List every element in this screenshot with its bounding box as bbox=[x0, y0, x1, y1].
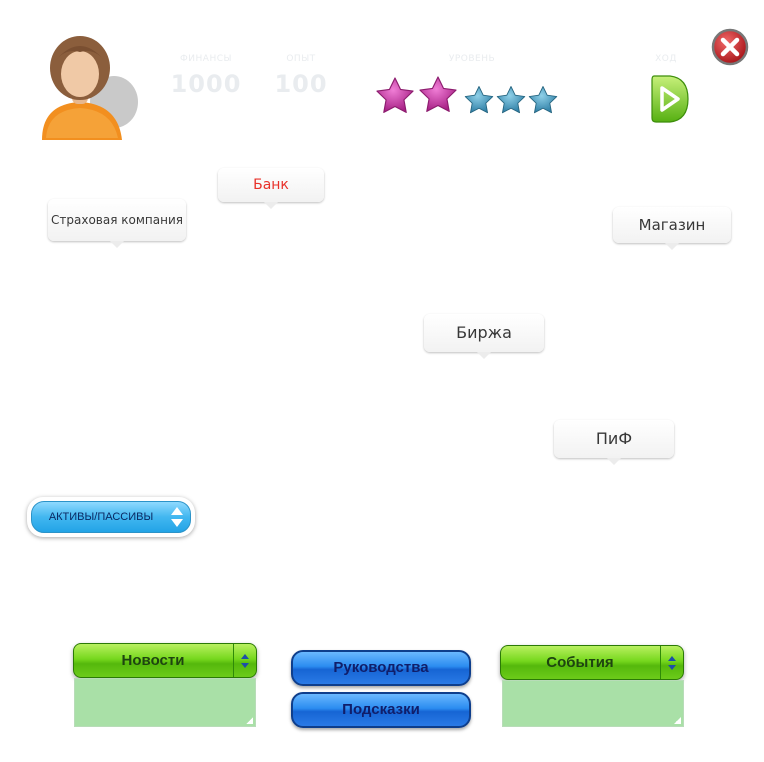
close-button[interactable] bbox=[711, 28, 749, 66]
events-dropdown-arrows[interactable] bbox=[660, 646, 683, 679]
star-rating bbox=[376, 76, 558, 114]
assets-liabilities-label: АКТИВЫ/ПАССИВЫ bbox=[48, 511, 154, 523]
place-exchange-label: Биржа bbox=[456, 323, 512, 342]
avatar bbox=[36, 30, 142, 142]
close-icon bbox=[711, 28, 749, 66]
next-arrow-icon bbox=[651, 75, 689, 123]
assets-liabilities-inner: АКТИВЫ/ПАССИВЫ bbox=[31, 501, 191, 533]
star-outline-icon bbox=[464, 86, 494, 114]
level-caption: УРОВЕНЬ bbox=[448, 54, 496, 64]
events-label: События bbox=[546, 654, 614, 671]
place-shop-label: Магазин bbox=[638, 216, 706, 234]
hints-button[interactable]: Подсказки bbox=[291, 692, 471, 728]
place-insurance-label: Страховая компания bbox=[51, 213, 183, 227]
resize-grip-icon[interactable] bbox=[246, 717, 253, 724]
star-icon bbox=[376, 77, 414, 113]
updown-arrows-icon bbox=[241, 653, 249, 668]
place-insurance[interactable]: Страховая компания bbox=[48, 199, 186, 248]
level-stars bbox=[372, 74, 562, 120]
place-fund[interactable]: ПиФ bbox=[554, 420, 674, 465]
money-value: 1000 bbox=[170, 70, 242, 98]
events-panel[interactable] bbox=[502, 680, 684, 727]
next-turn-button[interactable] bbox=[648, 74, 692, 124]
events-button[interactable]: События bbox=[500, 645, 684, 680]
news-label: Новости bbox=[121, 652, 185, 669]
level-caption-wrap: УРОВЕНЬ bbox=[430, 54, 514, 64]
place-exchange[interactable]: Биржа bbox=[424, 314, 544, 359]
star-outline-icon bbox=[496, 86, 526, 114]
assets-liabilities-toggle[interactable]: АКТИВЫ/ПАССИВЫ bbox=[27, 497, 195, 537]
star-icon bbox=[419, 76, 457, 112]
experience-value: 100 bbox=[274, 70, 328, 98]
guides-label: Руководства bbox=[333, 659, 429, 676]
place-fund-label: ПиФ bbox=[595, 429, 633, 448]
resize-grip-icon[interactable] bbox=[674, 717, 681, 724]
turn-caption-wrap: ХОД bbox=[646, 54, 686, 64]
news-panel[interactable] bbox=[74, 678, 256, 727]
guides-button[interactable]: Руководства bbox=[291, 650, 471, 686]
updown-arrows-icon bbox=[668, 655, 676, 670]
hints-label: Подсказки bbox=[342, 701, 420, 718]
star-outline-icon bbox=[528, 86, 558, 114]
place-bank[interactable]: Банк bbox=[218, 168, 324, 209]
news-dropdown-arrows[interactable] bbox=[233, 644, 256, 677]
updown-arrows-icon bbox=[171, 507, 183, 527]
place-bank-label: Банк bbox=[253, 177, 289, 193]
experience-stat: ОПЫТ 100 bbox=[268, 54, 334, 98]
money-caption: ФИНАНСЫ bbox=[180, 54, 232, 64]
experience-caption: ОПЫТ bbox=[286, 54, 316, 64]
user-avatar-icon bbox=[42, 36, 138, 140]
news-button[interactable]: Новости bbox=[73, 643, 257, 678]
place-shop[interactable]: Магазин bbox=[613, 207, 731, 250]
money-stat: ФИНАНСЫ 1000 bbox=[170, 54, 242, 98]
turn-caption: ХОД bbox=[655, 54, 677, 64]
